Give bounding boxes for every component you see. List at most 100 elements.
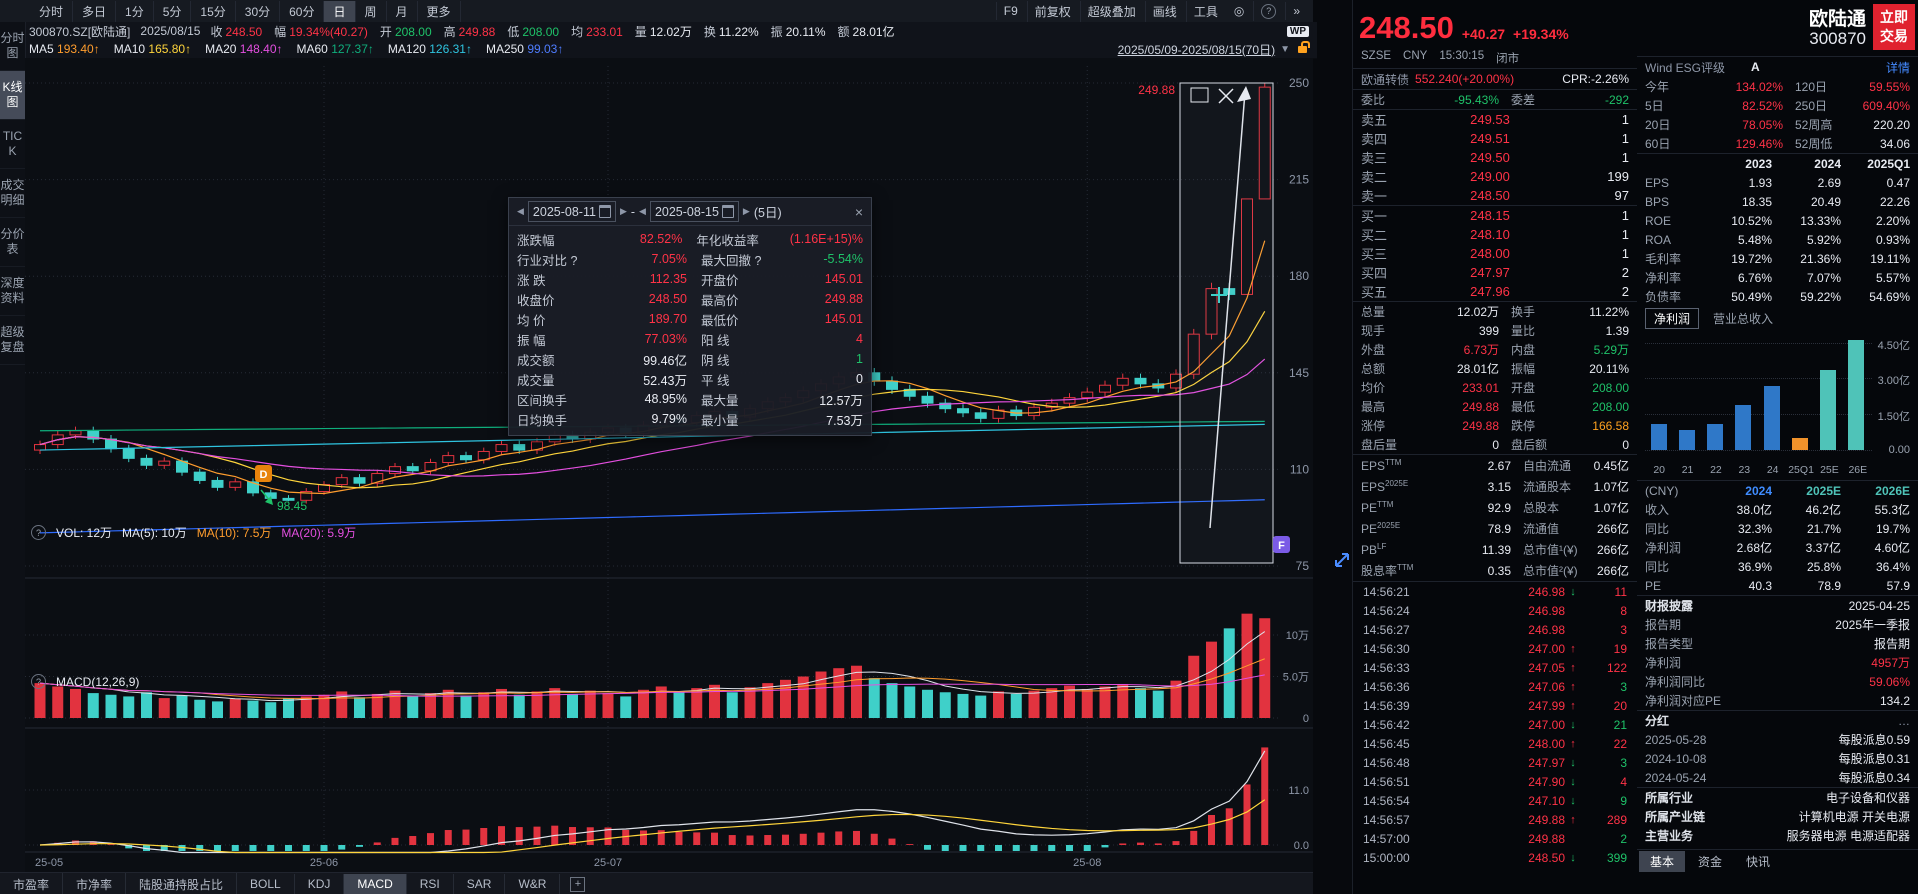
gear-icon[interactable]: ◎ (1227, 2, 1251, 20)
ma-item: MA60 127.37↑ (296, 42, 374, 56)
tab-多日[interactable]: 多日 (73, 0, 117, 22)
ma-item: MA250 99.03↑ (485, 42, 564, 56)
valuation-row: EPS2025E 3.15 流通股本 1.07亿 (1361, 479, 1629, 494)
kline-chart[interactable]: 250 215 180 145 110 75 25-05 25-06 25-07 25-08 10万… (25, 58, 1313, 872)
indicator-tab-KDJ[interactable]: KDJ (295, 874, 345, 894)
tick-row: 14:56:27 246.98 3 (1363, 622, 1627, 637)
sidebar-item-成交明细[interactable]: 成交明细 (0, 169, 25, 218)
calendar-icon (721, 205, 734, 218)
tooltip-header: ◀ 2025-08-11 ▶ - ◀ 2025-08-15 ▶ (5日) × (509, 198, 871, 226)
date-range-control[interactable]: 2025/05/09-2025/08/15(70日) ▼ (1118, 40, 1317, 58)
convertible-bond-row[interactable]: 欧通转债 552.240(+20.00%) CPR:-2.26% (1353, 68, 1637, 89)
tab-更多[interactable]: 更多 (418, 0, 461, 22)
help-icon[interactable]: ? (31, 525, 46, 540)
help-icon[interactable]: ? (31, 674, 46, 689)
bar-23 (1735, 404, 1752, 450)
help-icon[interactable]: ? (1253, 1, 1283, 21)
svg-text:0.0: 0.0 (1294, 840, 1309, 852)
toolbar-前复权[interactable]: 前复权 (1026, 0, 1078, 22)
tab-周[interactable]: 周 (356, 0, 387, 22)
toolbar-工具[interactable]: 工具 (1185, 0, 1225, 22)
svg-text:215: 215 (1289, 173, 1309, 187)
indicator-tab-市盈率[interactable]: 市盈率 (0, 872, 64, 894)
report-row: 净利润同比 59.06% (1645, 674, 1910, 690)
esg-detail-link[interactable]: 详情 (1886, 59, 1910, 76)
panel-tab-快讯[interactable]: 快讯 (1735, 851, 1781, 872)
toolbar-画线[interactable]: 画线 (1144, 0, 1184, 22)
valuation-row: PETTM 92.9 总股本 1.07亿 (1361, 500, 1629, 515)
bar-x-label: 24 (1766, 464, 1779, 476)
sidebar-item-超级复盘[interactable]: 超级复盘 (0, 316, 25, 365)
indicator-tab-陆股通持股占比[interactable]: 陆股通持股占比 (126, 872, 238, 894)
tick-row: 14:56:24 246.98 8 (1363, 603, 1627, 618)
svg-text:10万: 10万 (1286, 630, 1309, 642)
toolbar-F9[interactable]: F9 (995, 2, 1025, 20)
next-date-icon[interactable]: ▶ (620, 206, 627, 217)
report-title-row: 财报披露 2025-04-25 (1645, 598, 1910, 614)
chevron-more-icon[interactable]: » (1285, 2, 1307, 20)
sidebar-item-TICK[interactable]: TICK (0, 120, 25, 169)
close-icon[interactable]: × (855, 204, 863, 220)
ma-item: MA20 148.40↑ (205, 42, 283, 56)
expand-icon[interactable] (1332, 550, 1352, 573)
prev-date-icon[interactable]: ◀ (517, 206, 524, 217)
industry-row: 主营业务 服务器电源 电源适配器 (1645, 829, 1910, 843)
financial-table-row: BPS 18.35 20.49 22.26 (1645, 194, 1910, 209)
svg-text:145: 145 (1289, 366, 1309, 380)
info-field: 低 208.00 (507, 24, 560, 39)
next-date-icon[interactable]: ▶ (743, 206, 750, 217)
sidebar-item-分时图[interactable]: 分时图 (0, 22, 25, 71)
dividend-title-row: 分红… (1645, 713, 1910, 729)
info-field: 振 20.11% (770, 24, 826, 39)
start-date: 2025-08-11 (532, 204, 596, 219)
estimates-row: PE 40.3 78.9 57.9 (1645, 578, 1910, 593)
chevron-down-icon[interactable]: ▼ (1280, 44, 1290, 55)
estimates-row: 同比 36.9% 25.8% 36.4% (1645, 559, 1910, 575)
more-icon[interactable]: … (1898, 714, 1910, 728)
svg-text:98.45: 98.45 (277, 499, 307, 513)
tab-60分[interactable]: 60分 (280, 0, 325, 22)
info-field: 均 233.01 (571, 24, 623, 39)
up-arrow-icon: ↑ (1570, 699, 1576, 712)
trade-now-button[interactable]: 立即 交易 (1873, 4, 1915, 50)
info-field: 收 248.50 (210, 24, 263, 39)
tab-月[interactable]: 月 (387, 0, 418, 22)
prev-date-icon[interactable]: ◀ (639, 206, 646, 217)
tick-row: 14:56:33 247.05 ↑ 122 (1363, 660, 1627, 675)
tab-15分[interactable]: 15分 (191, 0, 236, 22)
svg-text:5.0万: 5.0万 (1283, 672, 1309, 684)
tab-30分[interactable]: 30分 (236, 0, 281, 22)
tab-5分[interactable]: 5分 (154, 0, 192, 22)
indicator-tab-W&R[interactable]: W&R (505, 874, 561, 894)
chart-area[interactable]: 250 215 180 145 110 75 25-05 25-06 25-07 25-08 10万… (25, 58, 1313, 872)
indicator-tab-MACD[interactable]: MACD (344, 874, 407, 894)
meta-item: CNY (1403, 50, 1428, 62)
indicator-tab-SAR[interactable]: SAR (454, 874, 506, 894)
panel-tab-基本[interactable]: 基本 (1639, 850, 1686, 872)
sidebar-item-深度资料[interactable]: 深度资料 (0, 267, 25, 316)
stat-row: 均价 233.01 开盘 208.00 (1361, 380, 1629, 396)
indicator-tab-RSI[interactable]: RSI (407, 874, 454, 894)
tab-日[interactable]: 日 (324, 0, 356, 22)
sidebar-item-K线图[interactable]: K线图 (0, 71, 25, 120)
chart-series-tabs: 净利润 营业总收入 (1637, 306, 1918, 330)
svg-text:25-08: 25-08 (1073, 857, 1101, 869)
bid-row: 买一 248.15 1 (1361, 208, 1629, 224)
start-date-picker[interactable]: 2025-08-11 (527, 201, 616, 222)
sidebar-item-分价表[interactable]: 分价表 (0, 218, 25, 267)
add-indicator-icon[interactable]: + (570, 876, 586, 892)
date-range-label[interactable]: 2025/05/09-2025/08/15(70日) (1118, 41, 1275, 58)
lock-icon[interactable] (1298, 40, 1310, 53)
panel-tab-资金[interactable]: 资金 (1687, 851, 1733, 872)
end-date-picker[interactable]: 2025-08-15 (649, 201, 739, 222)
indicator-tab-BOLL[interactable]: BOLL (237, 874, 295, 894)
tab-1分[interactable]: 1分 (116, 0, 154, 22)
tab-net-profit[interactable]: 净利润 (1645, 307, 1700, 329)
wp-badge: WP (1286, 25, 1309, 37)
tab-revenue[interactable]: 营业总收入 (1709, 309, 1777, 328)
toolbar-超级叠加[interactable]: 超级叠加 (1079, 0, 1143, 22)
ask-row: 卖四 249.51 1 (1361, 131, 1629, 147)
indicator-tab-市净率[interactable]: 市净率 (63, 872, 127, 894)
tab-分时[interactable]: 分时 (30, 0, 74, 22)
ask-levels: 卖五 249.53 1 卖四 249.51 1 卖三 249.50 1 卖二 249.00 199 卖一… (1353, 109, 1637, 205)
